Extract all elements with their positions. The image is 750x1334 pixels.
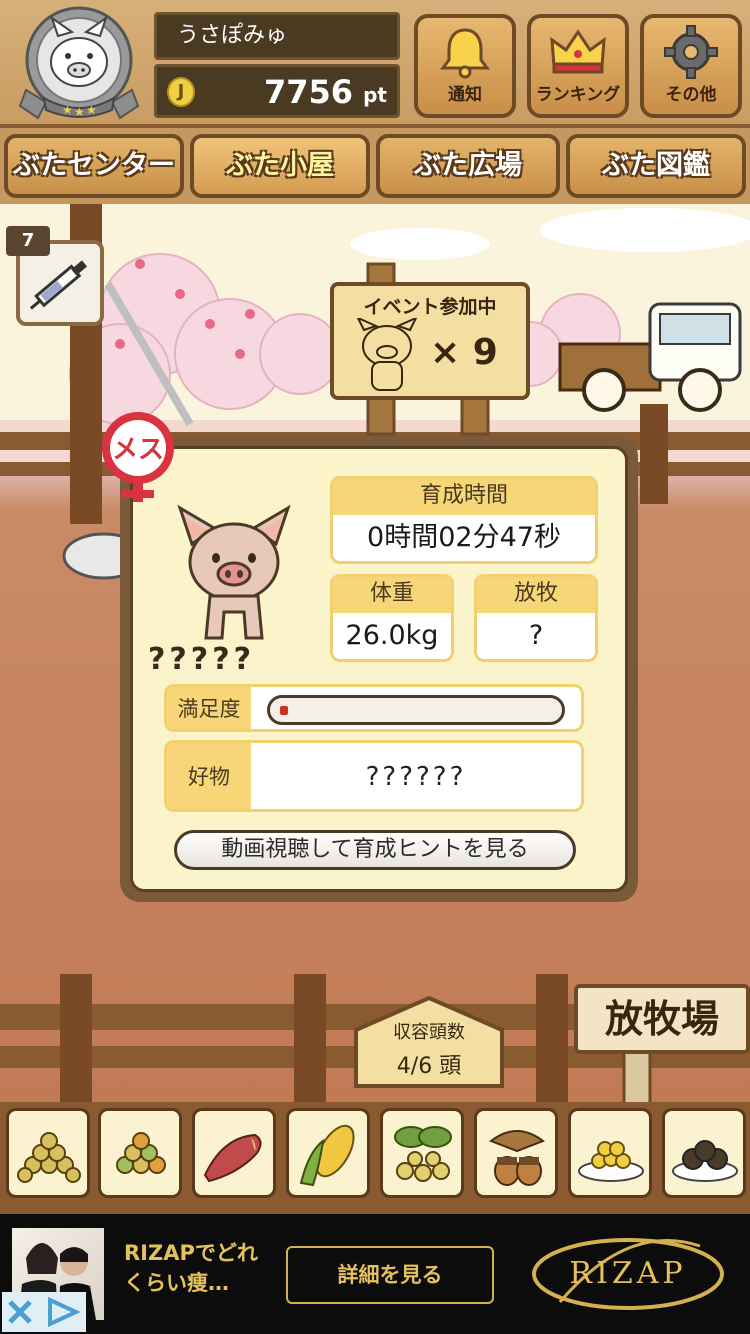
svg-text:★: ★ bbox=[62, 103, 73, 117]
food-slot-7[interactable] bbox=[568, 1108, 652, 1198]
food-slot-8[interactable] bbox=[662, 1108, 746, 1198]
event-multiplier: × 9 bbox=[430, 332, 498, 373]
rizap-logo: RIZAP bbox=[530, 1232, 726, 1316]
beans-leaves-icon bbox=[394, 1126, 452, 1182]
bell-icon bbox=[440, 28, 490, 79]
food-slot-6[interactable] bbox=[474, 1108, 558, 1198]
satisfaction-row: 満足度 bbox=[164, 684, 584, 732]
ranking-button[interactable]: ランキング bbox=[527, 14, 629, 118]
tab-buta-center[interactable]: ぶたセンター bbox=[4, 134, 184, 198]
rizap-logo-text: RIZAP bbox=[569, 1256, 687, 1291]
satisfaction-label: 満足度 bbox=[167, 687, 251, 729]
other-menu-button[interactable]: その他 bbox=[640, 14, 742, 118]
ad-details-button[interactable]: 詳細を見る bbox=[286, 1246, 494, 1304]
user-name: うさぽみゅ bbox=[154, 12, 400, 60]
satisfaction-bar-fill bbox=[280, 706, 288, 715]
food-slot-3[interactable] bbox=[192, 1108, 276, 1198]
favorite-food-label: 好物 bbox=[167, 743, 251, 809]
points-display: J 7756 pt bbox=[154, 64, 400, 118]
watch-video-hint-button[interactable]: 動画視聴して育成ヒントを見る bbox=[174, 830, 576, 870]
tab-buta-zukan[interactable]: ぶた図鑑 bbox=[566, 134, 746, 198]
corn-icon bbox=[299, 1124, 355, 1187]
ad-text: RIZAPでどれくらい痩… bbox=[124, 1241, 258, 1295]
notification-button[interactable]: 通知 bbox=[414, 14, 516, 118]
capacity-sign: 収容頭数 4/6 頭 bbox=[352, 996, 506, 1088]
points-value: 7756 bbox=[263, 73, 353, 111]
food-slot-2[interactable] bbox=[98, 1108, 182, 1198]
main-tab-bar: ぶたセンター ぶた小屋 ぶた広場 ぶた図鑑 bbox=[0, 128, 750, 204]
gender-label: メス bbox=[112, 435, 164, 465]
capacity-label: 収容頭数 bbox=[393, 1022, 465, 1043]
gear-icon bbox=[664, 25, 718, 79]
weight-value: 26.0kg bbox=[345, 620, 439, 651]
food-slot-4[interactable] bbox=[286, 1108, 370, 1198]
satisfaction-bar bbox=[267, 695, 565, 725]
top-header: ★ ★ ★ うさぽみゅ J 7756 pt 通知 ランキング その他 bbox=[0, 0, 750, 128]
mixed-feed-icon bbox=[116, 1132, 166, 1174]
piglet-icon[interactable] bbox=[170, 502, 298, 642]
points-unit: pt bbox=[363, 83, 387, 107]
ranking-label: ランキング bbox=[535, 85, 621, 105]
favorite-food-row: 好物 ?????? bbox=[164, 740, 584, 812]
capacity-value: 4/6 頭 bbox=[396, 1054, 462, 1079]
weight-label: 体重 bbox=[333, 577, 451, 613]
tab-buta-hiroba[interactable]: ぶた広場 bbox=[376, 134, 560, 198]
growth-time-value: 0時間02分47秒 bbox=[367, 522, 561, 553]
event-sign[interactable]: イベント参加中 × 9 bbox=[330, 282, 530, 400]
notification-label: 通知 bbox=[448, 85, 482, 105]
favorite-food-value: ?????? bbox=[365, 762, 467, 792]
ad-close-icon[interactable] bbox=[2, 1292, 86, 1332]
food-item-bar bbox=[0, 1102, 750, 1214]
feed-pellets-icon bbox=[17, 1132, 81, 1183]
growth-time-label: 育成時間 bbox=[333, 479, 595, 515]
weight-card: 体重 26.0kg bbox=[330, 574, 454, 662]
grazing-card: 放牧 ? bbox=[474, 574, 598, 662]
crown-icon bbox=[550, 29, 606, 74]
acorn-icon bbox=[488, 1130, 546, 1186]
pig-silhouette-icon bbox=[356, 318, 418, 391]
other-label: その他 bbox=[665, 85, 717, 105]
growth-time-card: 育成時間 0時間02分47秒 bbox=[330, 476, 598, 564]
svg-text:★: ★ bbox=[86, 103, 97, 117]
food-slot-5[interactable] bbox=[380, 1108, 464, 1198]
grain-plate-icon bbox=[578, 1141, 644, 1182]
pasture-button[interactable]: 放牧場 bbox=[574, 984, 750, 1054]
female-icon: メス bbox=[102, 412, 174, 502]
grazing-label: 放牧 bbox=[477, 577, 595, 613]
ad-banner[interactable]: RIZAPでどれくらい痩… 詳細を見る RIZAP bbox=[0, 1214, 750, 1334]
sweet-potato-icon bbox=[203, 1133, 262, 1183]
event-sign-title: イベント参加中 bbox=[363, 296, 497, 318]
coin-icon: J bbox=[167, 77, 195, 107]
tab-buta-koya[interactable]: ぶた小屋 bbox=[190, 134, 370, 198]
grazing-value: ? bbox=[528, 620, 544, 651]
svg-text:★: ★ bbox=[74, 105, 85, 119]
truffle-plate-icon bbox=[672, 1140, 738, 1182]
player-rank-avatar-icon[interactable]: ★ ★ ★ bbox=[18, 6, 140, 122]
food-slot-1[interactable] bbox=[6, 1108, 90, 1198]
pig-name: ????? bbox=[148, 642, 256, 677]
vaccine-count-badge: 7 bbox=[6, 226, 50, 256]
